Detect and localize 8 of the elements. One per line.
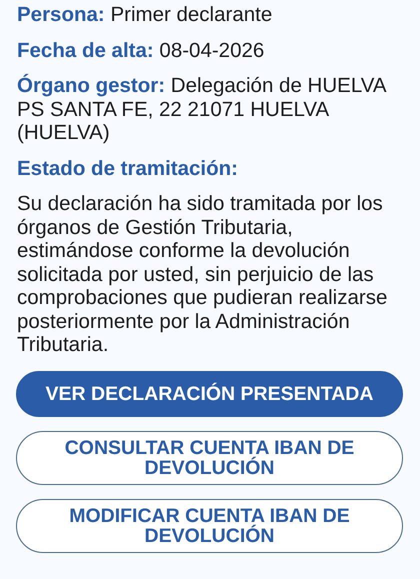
field-line: Fecha de alta: 08-04-2026 (17, 38, 266, 62)
iban-button[interactable]: CONSULTAR CUENTA IBAN DE DEVOLUCIÓN (16, 430, 403, 484)
status-heading: Estado de tramitación: (17, 156, 239, 180)
status-text: Su declaración ha sido tramitada por los órganos de Gestión Tributaria, estimándose conforme la devolución solicitada por usted, sin perjuicio de las comprobaciones que pudieran realizarse posteriormente por la Administración Tributaria. (17, 192, 388, 356)
field-line: Persona: Primer declarante (17, 3, 274, 26)
field-line: Órgano gestor: Delegación de HUELVA PS SANTA FE, 22 21071 HUELVA (HUELVA) (17, 74, 387, 144)
view-declaration-button[interactable]: VER DECLARACIÓN PRESENTADA (16, 370, 403, 416)
iban-button[interactable]: MODIFICAR CUENTA IBAN DE DEVOLUCIÓN (16, 498, 403, 552)
